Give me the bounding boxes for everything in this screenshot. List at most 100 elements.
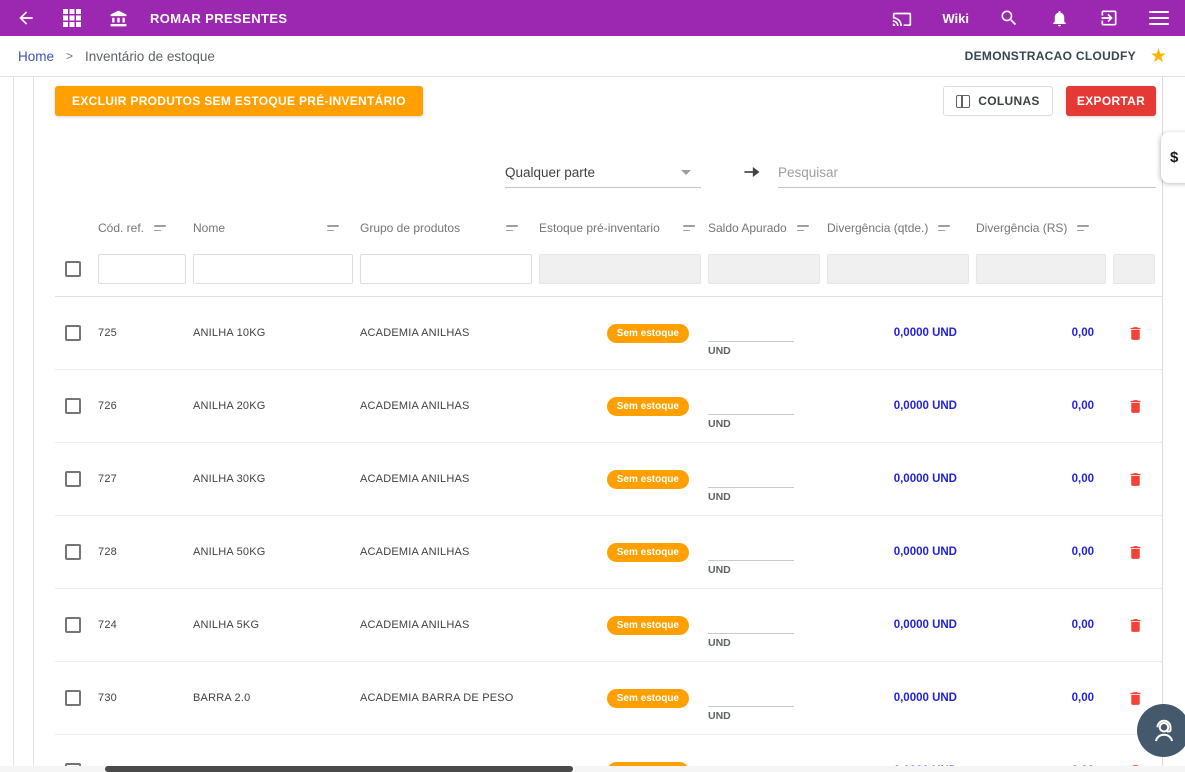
export-button[interactable]: EXPORTAR: [1066, 86, 1156, 116]
unit-label: UND: [708, 418, 820, 430]
breadcrumb-home-link[interactable]: Home: [18, 49, 54, 64]
balance-input[interactable]: [708, 618, 794, 634]
row-checkbox[interactable]: [65, 325, 81, 341]
header-balance: Saldo Apurado: [708, 221, 787, 235]
cell-code: 727: [98, 473, 186, 485]
delete-row-button[interactable]: [1113, 689, 1157, 708]
balance-input[interactable]: [708, 399, 794, 415]
cell-divergence-value: 0,00: [976, 327, 1106, 339]
select-all-checkbox[interactable]: [65, 261, 81, 277]
filter-divergence-qty-disabled: [827, 254, 969, 284]
balance-input[interactable]: [708, 691, 794, 707]
dollar-icon: $: [1170, 149, 1178, 166]
cell-divergence-value: 0,00: [976, 400, 1106, 412]
no-stock-badge: Sem estoque: [607, 324, 689, 343]
search-icon[interactable]: [999, 8, 1019, 28]
table-header-row: Cód. ref. Nome Grupo de produtos Estoque…: [55, 212, 1162, 244]
row-checkbox[interactable]: [65, 544, 81, 560]
cast-icon[interactable]: [892, 8, 912, 28]
sort-icon[interactable]: [938, 225, 950, 231]
left-guide-line-2: [33, 77, 34, 772]
balance-input[interactable]: [708, 545, 794, 561]
filter-code-input[interactable]: [98, 254, 186, 284]
cell-group: ACADEMIA ANILHAS: [360, 473, 532, 485]
delete-row-button[interactable]: [1113, 616, 1157, 635]
unit-label: UND: [708, 491, 820, 503]
search-match-mode-select[interactable]: Qualquer parte: [505, 157, 701, 188]
filter-name-input[interactable]: [193, 254, 353, 284]
cell-divergence-qty: 0,0000 UND: [827, 692, 969, 704]
sort-icon[interactable]: [1077, 225, 1089, 231]
no-stock-badge: Sem estoque: [607, 616, 689, 635]
cell-name: ANILHA 50KG: [193, 546, 353, 558]
row-checkbox[interactable]: [65, 617, 81, 633]
cell-divergence-value: 0,00: [976, 473, 1106, 485]
sort-icon[interactable]: [506, 225, 518, 231]
trash-icon: [1127, 397, 1144, 416]
side-panel-handle[interactable]: $: [1161, 132, 1185, 183]
bank-icon[interactable]: [108, 8, 128, 28]
trash-icon: [1127, 543, 1144, 562]
inventory-table: Cód. ref. Nome Grupo de produtos Estoque…: [55, 212, 1162, 772]
filter-actions-disabled: [1113, 254, 1155, 284]
row-checkbox[interactable]: [65, 690, 81, 706]
table-filter-row: [55, 244, 1162, 297]
back-arrow-icon[interactable]: [16, 8, 36, 28]
balance-input[interactable]: [708, 326, 794, 342]
sort-icon[interactable]: [683, 225, 695, 231]
row-checkbox[interactable]: [65, 398, 81, 414]
no-stock-badge: Sem estoque: [607, 470, 689, 489]
table-row: 727 ANILHA 30KG ACADEMIA ANILHAS Sem est…: [55, 443, 1162, 516]
no-stock-badge: Sem estoque: [607, 543, 689, 562]
delete-row-button[interactable]: [1113, 470, 1157, 489]
sort-icon[interactable]: [327, 225, 339, 231]
trash-icon: [1127, 470, 1144, 489]
left-guide-line: [13, 77, 14, 772]
cell-name: ANILHA 5KG: [193, 619, 353, 631]
apps-grid-icon[interactable]: [62, 8, 82, 28]
wiki-link[interactable]: Wiki: [942, 11, 969, 26]
cell-name: ANILHA 20KG: [193, 400, 353, 412]
balance-input[interactable]: [708, 472, 794, 488]
trash-icon: [1127, 689, 1144, 708]
header-divergence-value: Divergência (RS): [976, 221, 1067, 235]
delete-row-button[interactable]: [1113, 397, 1157, 416]
unit-label: UND: [708, 345, 820, 357]
horizontal-scrollbar-thumb[interactable]: [105, 766, 573, 772]
header-name: Nome: [193, 221, 225, 235]
top-app-bar: ROMAR PRESENTES Wiki: [0, 0, 1185, 36]
support-chat-button[interactable]: [1137, 704, 1185, 757]
breadcrumb: Home > Inventário de estoque DEMONSTRACA…: [0, 36, 1185, 77]
table-row: 728 ANILHA 50KG ACADEMIA ANILHAS Sem est…: [55, 516, 1162, 589]
sort-icon[interactable]: [797, 225, 809, 231]
menu-icon[interactable]: [1149, 11, 1169, 25]
cell-divergence-qty: 0,0000 UND: [827, 546, 969, 558]
favorite-star-icon[interactable]: ★: [1150, 47, 1167, 66]
cell-code: 730: [98, 692, 186, 704]
header-divergence-qty: Divergência (qtde.): [827, 221, 928, 235]
filter-group-input[interactable]: [360, 254, 532, 284]
cell-divergence-value: 0,00: [976, 692, 1106, 704]
delete-row-button[interactable]: [1113, 324, 1157, 343]
cell-name: BARRA 2.0: [193, 692, 353, 704]
trash-icon: [1127, 616, 1144, 635]
filter-prestock-disabled: [539, 254, 701, 284]
search-input[interactable]: [778, 157, 1156, 188]
right-panel-divider: [1162, 77, 1163, 772]
sort-icon[interactable]: [154, 225, 166, 231]
columns-button[interactable]: COLUNAS: [943, 86, 1053, 116]
row-checkbox[interactable]: [65, 471, 81, 487]
exclude-no-stock-button[interactable]: EXCLUIR PRODUTOS SEM ESTOQUE PRÉ-INVENTÁ…: [55, 86, 423, 116]
cell-code: 728: [98, 546, 186, 558]
header-group: Grupo de produtos: [360, 221, 460, 235]
delete-row-button[interactable]: [1113, 543, 1157, 562]
cell-divergence-value: 0,00: [976, 546, 1106, 558]
logout-icon[interactable]: [1099, 8, 1119, 28]
bell-icon[interactable]: [1049, 8, 1069, 28]
table-row: 730 BARRA 2.0 ACADEMIA BARRA DE PESO Sem…: [55, 662, 1162, 735]
cell-divergence-qty: 0,0000 UND: [827, 327, 969, 339]
cell-code: 724: [98, 619, 186, 631]
no-stock-badge: Sem estoque: [607, 397, 689, 416]
table-row: 726 ANILHA 20KG ACADEMIA ANILHAS Sem est…: [55, 370, 1162, 443]
apply-filter-icon[interactable]: [742, 162, 762, 182]
